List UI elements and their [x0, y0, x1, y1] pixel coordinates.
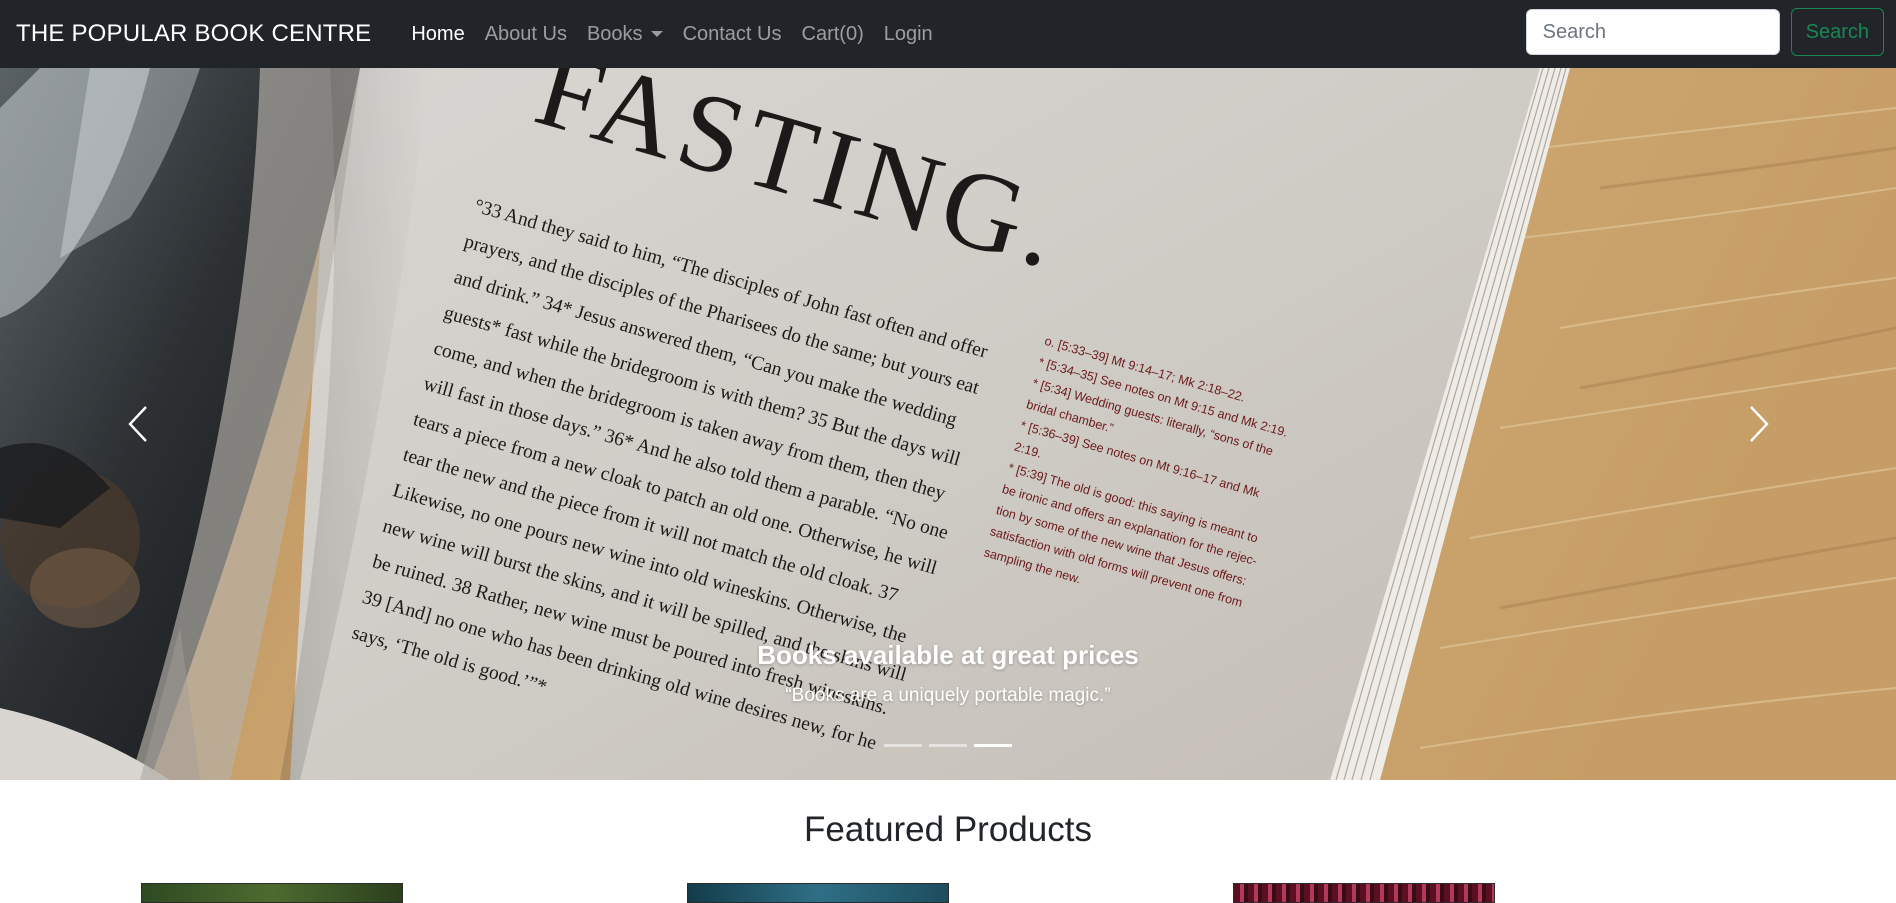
product-card-image[interactable] [687, 883, 949, 903]
carousel-indicator-3[interactable] [974, 744, 1012, 747]
nav-links: Home About Us Books Contact Us Cart(0) L… [401, 23, 942, 46]
carousel-caption-title: Books available at great prices [757, 640, 1139, 670]
nav-login-link[interactable]: Login [874, 23, 943, 46]
search-input[interactable] [1525, 9, 1780, 55]
carousel-caption-quote: “Books are a uniquely portable magic.” [785, 685, 1111, 706]
nav-cart-link[interactable]: Cart(0) [792, 23, 874, 46]
caret-down-icon [650, 31, 663, 38]
product-card-image[interactable] [1233, 883, 1495, 903]
search-form: Search [1525, 8, 1884, 56]
carousel-indicators [0, 744, 1896, 747]
product-card-image[interactable] [141, 883, 403, 903]
carousel-next-button[interactable] [1621, 68, 1896, 780]
nav-contact-link[interactable]: Contact Us [673, 23, 792, 46]
navbar: THE POPULAR BOOK CENTRE Home About Us Bo… [0, 0, 1896, 68]
brand-logo-link[interactable]: THE POPULAR BOOK CENTRE [16, 20, 371, 48]
chevron-right-icon [1749, 406, 1769, 442]
carousel-indicator-2[interactable] [929, 744, 967, 747]
chevron-left-icon [127, 406, 147, 442]
nav-books-dropdown[interactable]: Books [577, 23, 673, 46]
hero-carousel: FASTING. °33 And they said to him, “The … [0, 68, 1896, 780]
nav-about-link[interactable]: About Us [475, 23, 577, 46]
search-button[interactable]: Search [1790, 8, 1884, 56]
nav-books-label: Books [586, 22, 643, 45]
carousel-indicator-1[interactable] [884, 744, 922, 747]
nav-home-link[interactable]: Home [401, 23, 474, 46]
carousel-prev-button[interactable] [0, 68, 275, 780]
featured-products-heading: Featured Products [804, 810, 1092, 849]
